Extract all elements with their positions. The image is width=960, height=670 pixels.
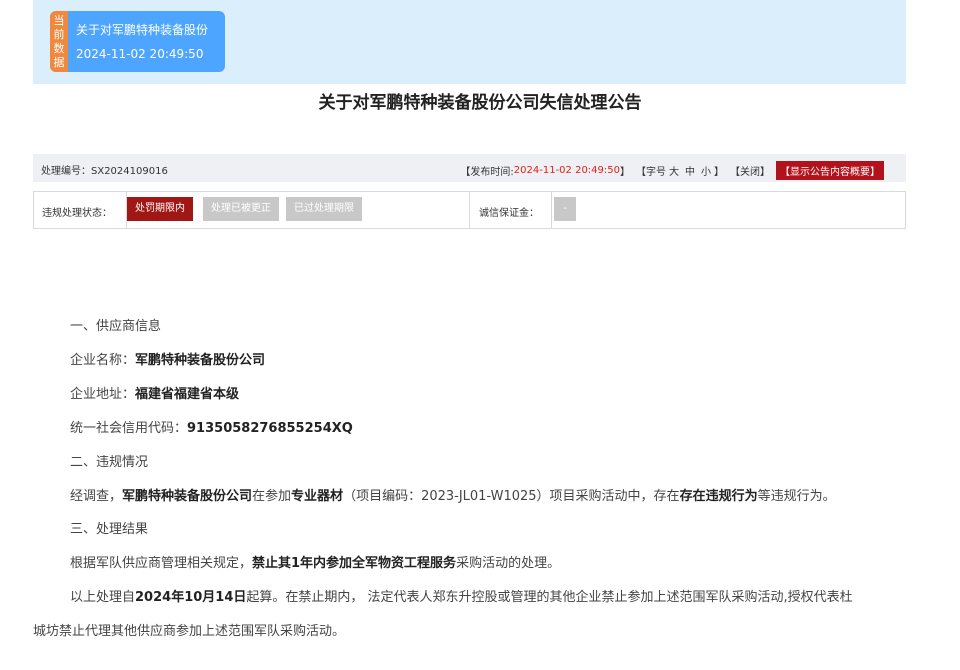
- section-heading: 三、处理结果: [70, 522, 149, 537]
- company-name-inline: 军鹏特种装备股份公司: [122, 489, 253, 504]
- text-segment: 在参加: [252, 489, 292, 504]
- credit-code-line: 统一社会信用代码：91350582768552​54XQ: [70, 417, 353, 436]
- publish-suffix: 】: [620, 167, 630, 178]
- deposit-value: -: [554, 197, 576, 221]
- text-segment: 以上处理自: [70, 590, 136, 605]
- result-text: 根据军队供应商管理相关规定，禁止其1年内参加全军物资工程服务采购活动的处理。: [70, 552, 560, 571]
- tag-char: 数: [53, 41, 65, 55]
- font-size-suffix: 】: [714, 167, 724, 178]
- current-data-tag: 当 前 数 据: [50, 11, 68, 72]
- font-size-large[interactable]: 大: [669, 163, 679, 178]
- tag-char: 据: [53, 55, 65, 69]
- status-corrected[interactable]: 处理已被更正: [203, 197, 279, 221]
- current-card-time: 2024-11-02 20:49:50: [76, 47, 204, 61]
- credit-code-label: 统一社会信用代码：: [70, 421, 188, 436]
- text-segment: 起算。在禁止期内， 法定代表人郑东升控股或管理的其他企业禁止参加上述范围军队采购…: [246, 590, 853, 605]
- current-data-card[interactable]: 当 前 数 据 关于对军鹏特种装备股份 2024-11-02 20:49:50: [50, 11, 225, 72]
- top-banner: 当 前 数 据 关于对军鹏特种装备股份 2024-11-02 20:49:50: [33, 0, 906, 84]
- penalty-scope: 禁止其1年内参加全军物资工程服务: [252, 556, 457, 571]
- text-segment: 采购活动的处理。: [456, 556, 561, 571]
- text-segment: 等违规行为。: [757, 489, 836, 504]
- font-size-prefix: 【字号: [636, 167, 666, 178]
- project-name: 专业器材: [291, 489, 344, 504]
- info-actions: 【发布时间: 2024-11-02 20:49:50 】 【字号 大 中 小 】…: [460, 161, 884, 180]
- penalty-start-date: 2024年10月14日: [135, 590, 247, 605]
- company-name: 军鹏特种装备股份公司: [135, 353, 266, 368]
- text-segment: 经调查，: [70, 489, 123, 504]
- current-card-title: 关于对军鹏特种装备股份: [76, 23, 209, 37]
- font-size-medium[interactable]: 中: [685, 163, 695, 178]
- status-row: 违规处理状态： 处罚期限内 处理已被更正 已过处理期限 诚信保证金： -: [33, 191, 906, 229]
- section-heading: 二、违规情况: [70, 455, 149, 470]
- tag-char: 前: [53, 27, 65, 41]
- credit-code: 91350582768552​54XQ: [187, 421, 353, 436]
- publish-prefix: 【发布时间:: [460, 167, 514, 178]
- deposit-label: 诚信保证金：: [479, 208, 539, 219]
- info-bar: 处理编号：SX2024109016 【发布时间: 2024-11-02 20:4…: [33, 154, 906, 182]
- section-heading: 一、供应商信息: [70, 319, 162, 334]
- publish-time: 2024-11-02 20:49:50: [513, 165, 620, 176]
- status-expired[interactable]: 已过处理期限: [286, 197, 362, 221]
- company-address: 福建省福建省本级: [135, 387, 240, 402]
- status-label: 违规处理状态：: [42, 208, 112, 219]
- violation-type: 存在违规行为: [679, 489, 758, 504]
- divider: [469, 192, 470, 228]
- text-segment: 根据军队供应商管理相关规定，: [70, 556, 253, 571]
- font-size-small[interactable]: 小: [701, 163, 711, 178]
- page-title: 关于对军鹏特种装备股份公司失信处理公告: [318, 93, 642, 113]
- company-name-label: 企业名称：: [70, 353, 136, 368]
- penalty-period-text-cont: 城坊禁止代理其他供应商参加上述范围军队采购活动。: [33, 624, 346, 639]
- company-name-line: 企业名称：军鹏特种装备股份公司: [70, 349, 265, 368]
- company-address-line: 企业地址：福建省福建省本级: [70, 383, 239, 402]
- process-number: 处理编号：SX2024109016: [41, 166, 168, 177]
- close-link[interactable]: 【关闭】: [730, 163, 770, 178]
- show-summary-button[interactable]: 【显示公告内容概要】: [776, 161, 884, 180]
- company-address-label: 企业地址：: [70, 387, 136, 402]
- divider: [551, 192, 552, 228]
- violation-text: 经调查，军鹏特种装备股份公司在参加专业器材（项目编码：2023-JL01-W10…: [70, 485, 836, 504]
- tag-char: 当: [53, 13, 65, 27]
- status-in-penalty[interactable]: 处罚期限内: [127, 197, 193, 221]
- penalty-period-text: 以上处理自2024年10月14日起算。在禁止期内， 法定代表人郑东升控股或管理的…: [70, 586, 853, 605]
- text-segment: （项目编码：2023-JL01-W1025）项目采购活动中，存在: [343, 489, 680, 504]
